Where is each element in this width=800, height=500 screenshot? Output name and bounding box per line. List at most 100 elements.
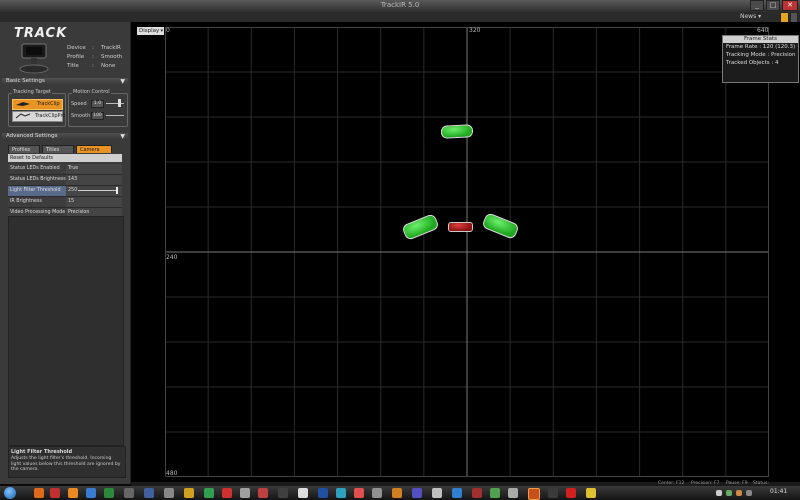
tab-profiles[interactable]: Profiles: [8, 145, 40, 153]
app-icon-18[interactable]: [392, 488, 402, 498]
trackclippro-label: TrackClipPro: [35, 113, 66, 119]
property-row[interactable]: IR Brightness 15: [8, 197, 122, 208]
app-icon-13[interactable]: [298, 488, 308, 498]
property-row[interactable]: Status LEDs Enabled True: [8, 164, 122, 175]
app-icon-20[interactable]: [432, 488, 442, 498]
app-icon-10[interactable]: [240, 488, 250, 498]
trackclip-option[interactable]: TrackClip: [12, 99, 63, 110]
advanced-settings-header[interactable]: Advanced Settings ▼: [2, 133, 128, 140]
tray-network-icon[interactable]: [726, 490, 732, 496]
tray-volume-icon[interactable]: [716, 490, 722, 496]
property-value[interactable]: 15: [66, 197, 122, 207]
tracked-objects-label: Tracked Objects :: [726, 60, 774, 66]
tab-titles[interactable]: Titles: [42, 145, 74, 153]
camera-device-icon: [19, 43, 49, 74]
smooth-label: Smooth: [71, 113, 91, 119]
property-row-selected[interactable]: Light Filter Threshold 250: [8, 186, 122, 197]
collapse-chevron-icon: ▼: [120, 133, 125, 140]
light-filter-slider-thumb[interactable]: [116, 187, 119, 194]
property-grid: Status LEDs Enabled True Status LEDs Bri…: [8, 164, 122, 219]
maximize-button[interactable]: □: [766, 0, 780, 11]
basic-settings-title: Basic Settings: [6, 78, 45, 84]
profile-label: Profile: [67, 54, 85, 60]
motion-control-title: Motion Control: [72, 89, 111, 95]
app-icon-19[interactable]: [412, 488, 422, 498]
app-icon-17[interactable]: [372, 488, 382, 498]
collapse-chevron-icon: ▼: [120, 78, 125, 85]
x-tick-0: 0: [166, 27, 170, 34]
tray-flag-icon[interactable]: [746, 490, 752, 496]
vlc-icon[interactable]: [68, 488, 78, 498]
frame-stats-panel: Frame Stats Frame Rate : 120 (120.3) Tra…: [722, 35, 799, 83]
app-icon-1[interactable]: [50, 488, 60, 498]
trackclippro-option[interactable]: TrackClipPro: [12, 111, 66, 122]
tracked-objects-row: Tracked Objects : 4: [723, 59, 798, 68]
device-label: Device: [67, 45, 86, 51]
light-filter-slider-track[interactable]: [78, 190, 118, 191]
window-title: TrackIR 5.0: [380, 1, 420, 9]
app-icon-8[interactable]: [204, 488, 214, 498]
trackclippro-icon: [15, 113, 31, 119]
app-icon-26[interactable]: [566, 488, 576, 498]
property-value: 250: [68, 188, 78, 193]
app-icon-16[interactable]: [354, 488, 364, 498]
property-value[interactable]: True: [66, 164, 122, 174]
reset-defaults-button[interactable]: Reset to Defaults: [8, 154, 122, 162]
tracking-grid: [165, 27, 769, 477]
app-icon-9[interactable]: [222, 488, 232, 498]
app-header-strip: [0, 12, 800, 22]
smooth-slider-track[interactable]: [106, 115, 124, 116]
minimize-button[interactable]: _: [750, 0, 764, 11]
app-icon-5[interactable]: [144, 488, 154, 498]
frame-stats-title: Frame Stats: [723, 36, 798, 43]
news-menu[interactable]: News ▾: [740, 13, 761, 20]
app-icon-22[interactable]: [472, 488, 482, 498]
tracking-target-title: Tracking Target: [12, 89, 52, 95]
device-value: TrackIR: [101, 45, 121, 51]
trackclip-icon: [15, 101, 31, 106]
property-description: Light Filter Threshold Adjusts the light…: [8, 446, 126, 478]
app-icon-27[interactable]: [586, 488, 596, 498]
app-icon-11[interactable]: [258, 488, 268, 498]
property-value[interactable]: 143: [66, 175, 122, 185]
app-icon-23[interactable]: [490, 488, 500, 498]
display-mode-label: Display: [139, 28, 160, 34]
app-icon-21[interactable]: [452, 488, 462, 498]
property-row[interactable]: Status LEDs Brightness 143: [8, 175, 122, 186]
start-button[interactable]: [4, 487, 16, 499]
property-value-slider[interactable]: 250: [66, 186, 122, 196]
advanced-settings-title: Advanced Settings: [6, 133, 58, 139]
tab-camera[interactable]: Camera: [76, 145, 112, 153]
app-logo: TRACK: [14, 26, 68, 41]
trackir-taskbar-icon[interactable]: [528, 488, 540, 500]
app-icon-15[interactable]: [336, 488, 346, 498]
speed-slider-thumb[interactable]: [118, 99, 121, 107]
firefox-icon[interactable]: [34, 488, 44, 498]
profile-value: Smooth: [101, 54, 123, 60]
speed-slider-track[interactable]: [106, 103, 124, 104]
tracked-objects-value: 4: [774, 60, 779, 66]
taskbar-clock[interactable]: 01:41: [770, 488, 787, 495]
y-tick-240: 240: [166, 254, 178, 261]
app-icon-3[interactable]: [104, 488, 114, 498]
smooth-value[interactable]: 100: [91, 112, 104, 120]
title-label: Title: [67, 63, 79, 69]
basic-settings-header[interactable]: Basic Settings ▼: [2, 78, 128, 85]
close-button[interactable]: ✕: [782, 0, 798, 11]
title-value: None: [101, 63, 116, 69]
app-icon-7[interactable]: [184, 488, 194, 498]
x-tick-640: 640: [757, 27, 769, 34]
app-icon-4[interactable]: [124, 488, 134, 498]
description-title: Light Filter Threshold: [11, 449, 73, 455]
app-icon-24[interactable]: [508, 488, 518, 498]
tray-app-icon[interactable]: [736, 490, 742, 496]
speed-value[interactable]: 1.0: [91, 100, 104, 108]
app-icon-6[interactable]: [164, 488, 174, 498]
app-icon-12[interactable]: [278, 488, 288, 498]
y-tick-480: 480: [166, 470, 178, 477]
app-icon-2[interactable]: [86, 488, 96, 498]
app-icon-25[interactable]: [548, 488, 558, 498]
window-controls: _ □ ✕: [740, 0, 798, 11]
display-mode-select[interactable]: Display ▾: [137, 27, 164, 35]
app-icon-14[interactable]: [318, 488, 328, 498]
